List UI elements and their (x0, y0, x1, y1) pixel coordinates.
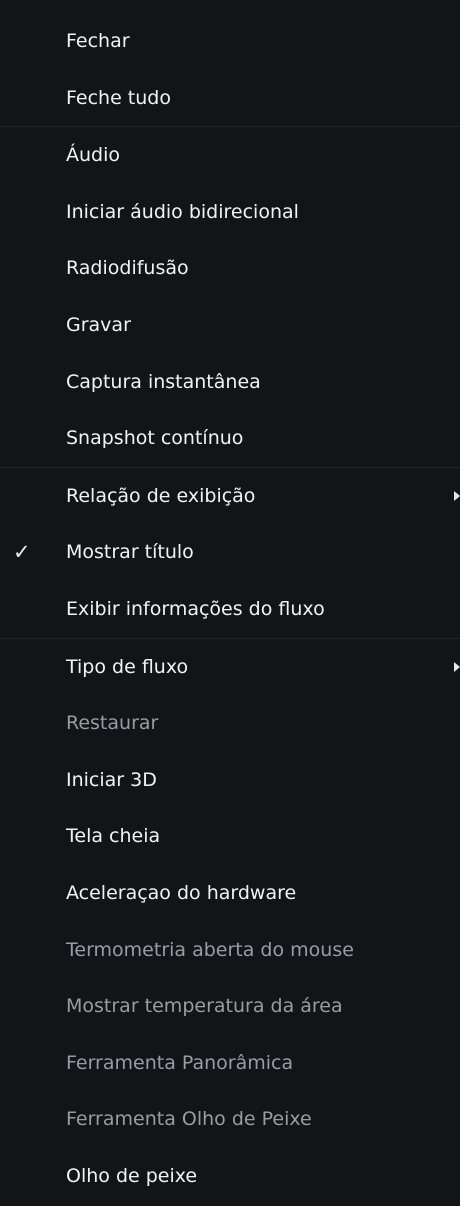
menu-item-label: Termometria aberta do mouse (66, 938, 354, 961)
menu-item-fullscreen[interactable]: Tela cheia (0, 808, 460, 865)
menu-item-record[interactable]: Gravar (0, 297, 460, 354)
context-menu: Fechar Feche tudo Áudio Iniciar áudio bi… (0, 0, 460, 1206)
menu-item-label: Mostrar temperatura da área (66, 995, 343, 1018)
menu-item-close[interactable]: Fechar (0, 13, 460, 70)
menu-item-continuous-snapshot[interactable]: Snapshot contínuo (0, 410, 460, 467)
menu-item-label: Fechar (66, 30, 130, 52)
menu-item-label: Restaurar (66, 712, 159, 735)
menu-item-label: Iniciar áudio bidirecional (66, 200, 299, 223)
menu-item-label: Captura instantânea (66, 370, 261, 393)
menu-item-label: Exibir informações do fluxo (66, 597, 325, 620)
menu-item-audio[interactable]: Áudio (0, 127, 460, 184)
menu-item-close-all[interactable]: Feche tudo (0, 70, 460, 127)
menu-item-stream-type[interactable]: Tipo de fluxo (0, 639, 460, 696)
menu-item-label: Iniciar 3D (66, 768, 157, 791)
submenu-arrow-icon (454, 661, 460, 672)
menu-item-label: Ferramenta Olho de Peixe (66, 1108, 312, 1131)
menu-item-label: Snapshot contínuo (66, 427, 244, 450)
menu-item-label: Áudio (66, 144, 121, 167)
menu-item-label: Gravar (66, 313, 131, 336)
menu-item-restore[interactable]: Restaurar (0, 695, 460, 752)
menu-item-broadcast[interactable]: Radiodifusão (0, 240, 460, 297)
submenu-arrow-icon (454, 490, 460, 501)
menu-item-stream-info[interactable]: Exibir informações do fluxo (0, 581, 460, 638)
menu-item-snapshot[interactable]: Captura instantânea (0, 354, 460, 411)
menu-item-panoramic-tool[interactable]: Ferramenta Panorâmica (0, 1035, 460, 1092)
menu-item-show-title[interactable]: ✓ Mostrar título (0, 524, 460, 581)
menu-item-fisheye[interactable]: Olho de peixe (0, 1148, 460, 1205)
menu-item-display-ratio[interactable]: Relação de exibição (0, 468, 460, 525)
menu-item-hardware-acceleration[interactable]: Aceleraçao do hardware (0, 865, 460, 922)
menu-item-label: Ferramenta Panorâmica (66, 1051, 294, 1074)
menu-item-label: Radiodifusão (66, 257, 189, 280)
menu-item-start-3d[interactable]: Iniciar 3D (0, 752, 460, 809)
menu-item-label: Tipo de fluxo (66, 655, 189, 678)
menu-item-mouse-thermometry[interactable]: Termometria aberta do mouse (0, 922, 460, 979)
menu-item-area-temperature[interactable]: Mostrar temperatura da área (0, 978, 460, 1035)
menu-item-label: Relação de exibição (66, 484, 256, 507)
menu-item-label: Tela cheia (66, 825, 161, 848)
menu-item-label: Olho de peixe (66, 1164, 198, 1187)
menu-item-label: Aceleraçao do hardware (66, 881, 297, 904)
menu-item-two-way-audio[interactable]: Iniciar áudio bidirecional (0, 184, 460, 241)
menu-item-label: Mostrar título (66, 541, 194, 564)
checkmark-icon: ✓ (13, 540, 31, 565)
menu-item-fisheye-tool[interactable]: Ferramenta Olho de Peixe (0, 1091, 460, 1148)
menu-item-label: Feche tudo (66, 86, 171, 109)
